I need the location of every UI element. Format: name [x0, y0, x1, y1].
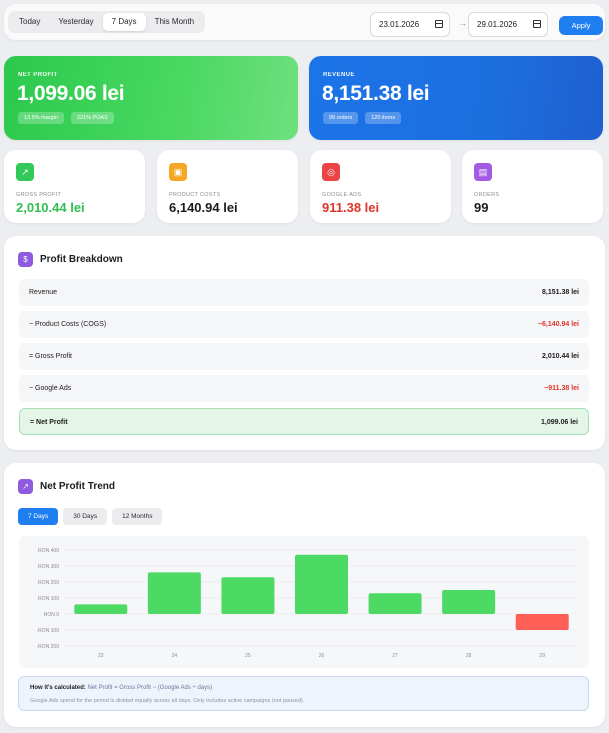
gross-profit-label: GROSS PROFIT [16, 192, 62, 198]
x-tick-label: 28 [466, 653, 472, 659]
net-profit-chart: RON 400 RON 300 RON 200 RON 100 RON 0 -RON 10… [19, 536, 589, 668]
net-profit-card: NET PROFIT 1,099.06 lei 13.5% margin 221… [4, 56, 298, 140]
items-badge: 120 items [365, 112, 402, 124]
x-tick-label: 25 [245, 653, 251, 659]
range-this-month[interactable]: This Month [146, 13, 204, 31]
y-tick-label: -RON 200 [36, 644, 59, 650]
tab-30-days[interactable]: 30 Days [63, 508, 108, 525]
moneybag-icon: $ [18, 252, 33, 267]
y-tick-label: RON 0 [44, 612, 60, 618]
y-tick-label: RON 300 [38, 564, 59, 570]
google-ads-card: ◎ GOOGLE ADS 911.38 lei [310, 150, 451, 223]
product-costs-card: ▣ PRODUCT COSTS 6,140.94 lei [157, 150, 298, 223]
product-costs-value: 6,140.94 lei [169, 200, 238, 215]
net-profit-bar-chart: RON 400 RON 300 RON 200 RON 100 RON 0 -RON 10… [36, 548, 579, 659]
breakdown-row-gross-profit: = Gross Profit 2,010.44 lei [19, 343, 589, 370]
net-profit-value: 1,099.06 lei [17, 82, 125, 105]
bar-25[interactable] [221, 577, 275, 614]
x-tick-label: 27 [392, 653, 398, 659]
revenue-label: REVENUE [323, 72, 355, 78]
bar-26[interactable] [295, 554, 348, 614]
row-value: −911.38 lei [544, 385, 579, 392]
y-tick-label: RON 400 [38, 548, 59, 554]
net-profit-label: NET PROFIT [18, 72, 58, 78]
bar-23[interactable] [74, 604, 128, 614]
breakdown-row-product-costs: − Product Costs (COGS) −6,140.94 lei [19, 311, 589, 338]
x-tick-label: 29 [539, 653, 545, 659]
x-tick-label: 26 [319, 653, 325, 659]
trend-chart-icon: ↗ [18, 479, 33, 494]
breakdown-row-revenue: Revenue 8,151.38 lei [19, 279, 589, 306]
row-value: 8,151.38 lei [542, 289, 579, 296]
row-label: − Product Costs (COGS) [29, 321, 107, 328]
row-label: = Net Profit [30, 419, 68, 426]
breakdown-row-net-profit: = Net Profit 1,099.06 lei [19, 408, 589, 435]
row-value: −6,140.94 lei [537, 321, 579, 328]
orders-value: 99 [474, 200, 489, 215]
row-value: 2,010.44 lei [542, 353, 579, 360]
google-ads-value: 911.38 lei [322, 200, 380, 215]
info-formula: Net Profit = Gross Profit − (Google Ads … [87, 685, 213, 691]
box-icon: ▣ [169, 163, 187, 181]
chart-icon: ↗ [16, 163, 34, 181]
tab-7-days[interactable]: 7 Days [18, 508, 59, 525]
row-value: 1,099.06 lei [541, 419, 578, 426]
revenue-value: 8,151.38 lei [322, 82, 430, 105]
calendar-icon[interactable] [435, 20, 443, 28]
revenue-card: REVENUE 8,151.38 lei 99 orders 120 items [309, 56, 603, 140]
x-tick-label: 23 [98, 653, 104, 659]
tab-12-months[interactable]: 12 Months [112, 508, 163, 525]
info-title: How it's calculated: [30, 685, 86, 691]
bar-24[interactable] [147, 572, 201, 614]
y-tick-label: -RON 100 [36, 628, 59, 634]
breakdown-row-google-ads: − Google Ads −911.38 lei [19, 375, 589, 402]
date-to-input[interactable]: 29.01.2026 [468, 12, 548, 37]
net-profit-trend-section: ↗ Net Profit Trend 7 Days 30 Days 12 Mon… [4, 463, 605, 727]
row-label: − Google Ads [29, 385, 72, 392]
apply-button[interactable]: Apply [559, 16, 603, 35]
bar-29[interactable] [515, 614, 569, 630]
date-from-value: 23.01.2026 [379, 20, 420, 29]
range-7-days[interactable]: 7 Days [102, 13, 146, 31]
bar-27[interactable] [368, 593, 422, 614]
arrow-right-icon: → [459, 19, 467, 28]
range-today[interactable]: Today [10, 13, 49, 31]
info-note: Google Ads spend for the period is divid… [30, 698, 305, 704]
calculation-info-box: How it's calculated: Net Profit = Gross … [18, 676, 589, 711]
gross-profit-card: ↗ GROSS PROFIT 2,010.44 lei [4, 150, 145, 223]
date-range-toolbar: Today Yesterday 7 Days This Month 23.01.… [4, 4, 605, 40]
margin-badge: 13.5% margin [18, 112, 64, 124]
y-tick-label: RON 200 [38, 580, 59, 586]
target-icon: ◎ [322, 163, 340, 181]
gross-profit-value: 2,010.44 lei [16, 200, 85, 215]
row-label: = Gross Profit [29, 353, 72, 360]
bar-28[interactable] [442, 590, 496, 614]
profit-breakdown-title: Profit Breakdown [40, 254, 123, 265]
orders-label: ORDERS [474, 192, 500, 198]
net-profit-trend-title: Net Profit Trend [40, 481, 116, 492]
y-tick-label: RON 100 [38, 596, 59, 602]
poas-badge: 221% POAS [70, 112, 114, 124]
orders-card: ▤ ORDERS 99 [462, 150, 603, 223]
orders-badge: 99 orders [323, 112, 359, 124]
profit-breakdown-section: $ Profit Breakdown Revenue 8,151.38 lei … [4, 236, 605, 450]
cart-icon: ▤ [474, 163, 492, 181]
google-ads-label: GOOGLE ADS [322, 192, 362, 198]
calendar-icon[interactable] [533, 20, 541, 28]
x-tick-label: 24 [172, 653, 178, 659]
row-label: Revenue [29, 289, 58, 296]
range-segmented-control: Today Yesterday 7 Days This Month [8, 11, 206, 33]
product-costs-label: PRODUCT COSTS [169, 192, 221, 198]
date-from-input[interactable]: 23.01.2026 [370, 12, 450, 37]
range-yesterday[interactable]: Yesterday [49, 13, 102, 31]
date-to-value: 29.01.2026 [477, 20, 518, 29]
